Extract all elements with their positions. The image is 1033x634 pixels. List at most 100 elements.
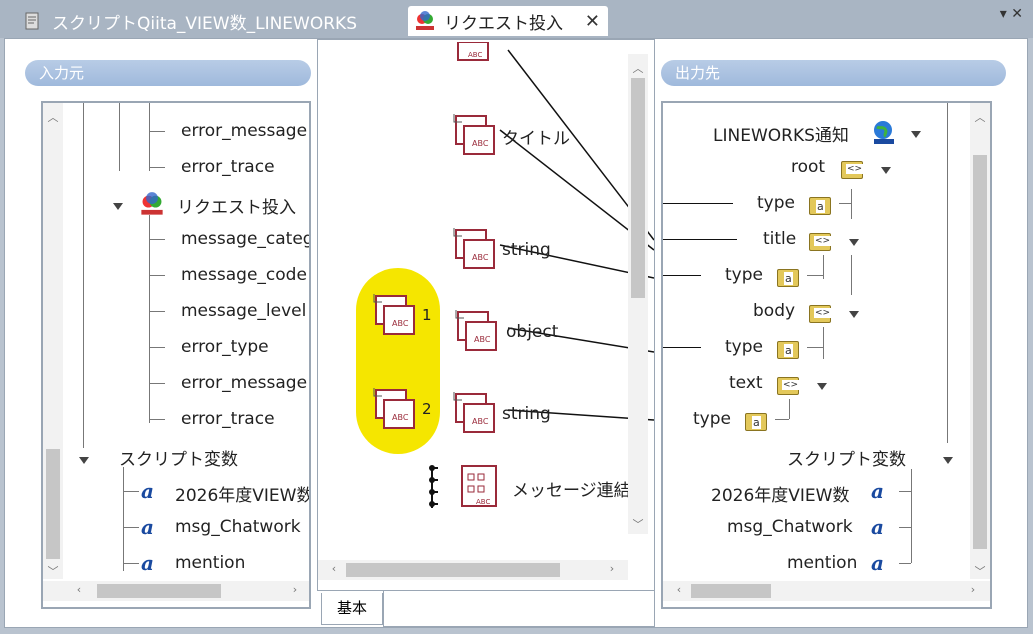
concat-label: メッセージ連結 [512,481,631,501]
string-folder-icon [809,197,831,215]
string-label: string [502,404,551,424]
tree-item-script-vars[interactable]: スクリプト変数 [119,445,238,470]
tree-item-var[interactable]: msg_Chatwork [727,517,853,537]
output-tree-panel: LINEWORKS通知 root type title type body ty… [661,101,992,609]
scroll-right-icon[interactable]: › [602,562,622,575]
object-folder-icon [809,305,832,323]
tab-request-label: リクエスト投入 [444,13,563,34]
object-folder-icon [841,161,864,179]
tree-item-type[interactable]: type [757,193,795,213]
string-function-icon[interactable]: ABC [454,308,498,352]
expand-icon[interactable] [79,457,89,464]
right-vertical-scrollbar[interactable]: ︿ ﹀ [970,103,990,579]
scroll-left-icon[interactable]: ‹ [69,583,89,596]
script-icon [25,12,39,30]
tree-item-error-type[interactable]: error_type [181,337,269,357]
string-constant-icon[interactable]: ABC [372,292,416,336]
svg-text:ABC: ABC [474,335,491,344]
scroll-thumb[interactable] [691,584,771,598]
input-source-header: 入力元 [25,60,311,86]
concat-function-icon[interactable]: ABC [458,462,502,510]
collapse-icon[interactable] [911,131,921,138]
constant-number: 1 [422,306,432,324]
tab-basic[interactable]: 基本 [321,593,383,625]
mapping-editor: 入力元 error_message error_trace リクエスト投入 me… [4,38,1028,628]
svg-text:ABC: ABC [472,253,489,262]
close-icon[interactable]: ✕ [585,11,600,32]
svg-text:ABC: ABC [392,319,409,328]
string-function-icon[interactable]: ABC [452,390,496,434]
string-function-icon[interactable]: ABC [452,112,496,156]
collapse-icon[interactable] [849,239,859,246]
left-vertical-scrollbar[interactable]: ︿ ﹀ [43,103,63,579]
collapse-icon[interactable] [881,167,891,174]
collapse-icon[interactable] [817,383,827,390]
tree-item-request[interactable]: リクエスト投入 [177,193,296,218]
scroll-right-icon[interactable]: › [285,583,305,596]
right-horizontal-scrollbar[interactable]: ‹ › [663,581,990,601]
svg-text:ABC: ABC [472,417,489,426]
string-function-icon[interactable]: ABC [452,226,496,270]
tree-item-var[interactable]: 2026年度VIEW数 [711,481,849,506]
object-folder-icon [809,233,832,251]
scroll-thumb[interactable] [346,563,560,577]
mid-vertical-scrollbar[interactable]: ︿ ﹀ [628,54,648,534]
collapse-icon[interactable] [849,311,859,318]
tree-item-text[interactable]: text [729,373,763,393]
svg-text:ABC: ABC [476,498,490,506]
constant-number: 2 [422,400,432,418]
request-node-icon [416,11,434,30]
expand-icon[interactable] [113,203,123,210]
scroll-left-icon[interactable]: ‹ [669,583,689,596]
tab-script[interactable]: スクリプトQiita_VIEW数_LINEWORKS [16,6,406,36]
tab-bar: スクリプトQiita_VIEW数_LINEWORKS リクエスト投入 ✕ ▾ ✕ [0,0,1033,38]
window-controls[interactable]: ▾ ✕ [1000,6,1023,22]
scroll-down-icon[interactable]: ﹀ [970,563,990,579]
tree-item-message-category[interactable]: message_category [181,229,309,249]
scroll-thumb[interactable] [46,449,60,559]
scroll-right-icon[interactable]: › [963,583,983,596]
input-tree-panel: error_message error_trace リクエスト投入 messag… [41,101,311,609]
tree-item-script-vars[interactable]: スクリプト変数 [787,445,906,470]
tab-script-label: スクリプトQiita_VIEW数_LINEWORKS [52,13,357,34]
tree-item-type[interactable]: type [693,409,731,429]
string-constant-icon[interactable]: ABC [372,386,416,430]
scroll-thumb[interactable] [631,78,645,298]
tree-item-var[interactable]: msg_Chatwork [175,517,301,537]
tree-item-message-code[interactable]: message_code [181,265,307,285]
scroll-up-icon[interactable]: ︿ [970,109,990,125]
scroll-up-icon[interactable]: ︿ [43,109,63,125]
tree-item-var[interactable]: mention [175,553,245,573]
tab-request[interactable]: リクエスト投入 ✕ [408,6,608,36]
tree-item-error-message[interactable]: error_message [181,373,307,393]
tree-item-var[interactable]: mention [787,553,857,573]
collapse-icon[interactable] [943,457,953,464]
string-function-icon[interactable]: ABC [454,42,498,62]
tree-item-title[interactable]: title [763,229,796,249]
scroll-down-icon[interactable]: ﹀ [43,563,63,579]
tree-item-var[interactable]: 2026年度VIEW数 [175,481,309,506]
tree-item-type[interactable]: type [725,337,763,357]
string-folder-icon [777,269,799,287]
string-label: string [502,240,551,260]
tree-item-error-trace[interactable]: error_trace [181,409,275,429]
request-node-icon [141,192,163,215]
scroll-down-icon[interactable]: ﹀ [628,516,648,532]
mid-horizontal-scrollbar[interactable]: ‹ › [318,560,628,580]
tree-item-error-message[interactable]: error_message [181,121,307,141]
left-horizontal-scrollbar[interactable]: ‹ › [43,581,309,601]
tree-item-lineworks[interactable]: LINEWORKS通知 [713,121,849,146]
tree-item-body[interactable]: body [753,301,795,321]
variable-icon: a [871,551,884,575]
scroll-left-icon[interactable]: ‹ [324,562,344,575]
tree-item-root[interactable]: root [791,157,825,177]
tree-item-message-level[interactable]: message_level [181,301,306,321]
object-folder-icon [777,377,800,395]
mapping-canvas[interactable]: ABC ABC タイトル ABC string ABC 1 ABC object… [317,39,655,591]
scroll-up-icon[interactable]: ︿ [628,60,648,76]
scroll-thumb[interactable] [973,155,987,549]
object-label: object [506,322,559,342]
tree-item-error-trace[interactable]: error_trace [181,157,275,177]
tree-item-type[interactable]: type [725,265,763,285]
scroll-thumb[interactable] [97,584,221,598]
